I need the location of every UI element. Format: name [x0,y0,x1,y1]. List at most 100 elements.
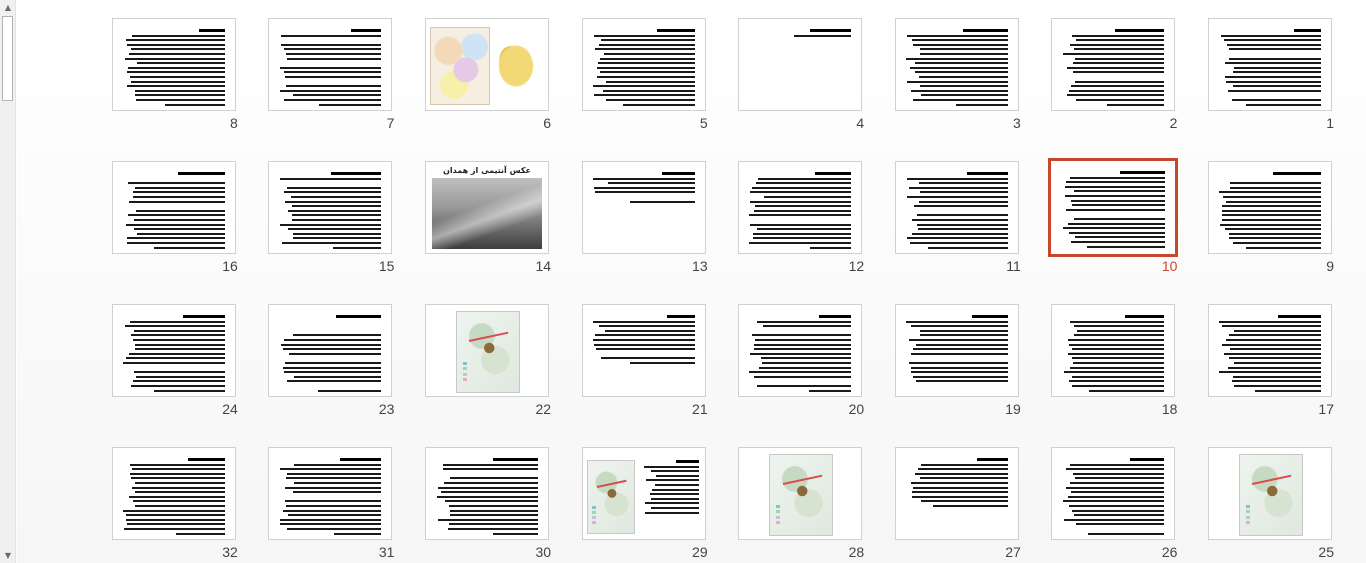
slide-preview[interactable] [1051,18,1176,111]
slide-preview[interactable] [581,18,706,111]
slide-number: 15 [378,258,395,274]
slide-preview[interactable]: عکس آنتیمی از همدان [425,161,550,254]
slide-number: 2 [1169,115,1178,131]
slide-thumbnail-10[interactable]: 10 [1048,158,1179,274]
slide-thumbnail-22[interactable]: 22 [425,304,551,417]
slide-thumbnail-26[interactable]: 26 [1051,447,1177,560]
slide-preview[interactable] [738,161,863,254]
slide-text-block [122,315,225,394]
slide-thumbnail-12[interactable]: 12 [738,161,864,274]
slide-preview[interactable] [1208,18,1332,111]
slide-preview[interactable] [1051,304,1176,397]
map-image [456,311,521,393]
slide-number: 17 [1318,401,1334,417]
slide-thumbnail-9[interactable]: 9 [1208,161,1334,274]
slide-preview[interactable] [111,447,236,540]
slide-thumbnail-24[interactable]: 24 [111,304,238,417]
slide-number: 10 [1161,258,1178,274]
mountain-photo [432,178,543,249]
slide-thumbnail-21[interactable]: 21 [581,304,708,417]
photo-caption: عکس آنتیمی از همدان [443,166,532,175]
slide-thumbnail-16[interactable]: 16 [111,161,238,274]
slide-thumbnail-4[interactable]: 4 [738,18,864,131]
slide-number: 28 [848,544,865,560]
slide-preview[interactable] [111,18,236,111]
slide-thumbnail-13[interactable]: 13 [581,161,708,274]
slide-preview[interactable] [581,304,706,397]
slide-thumbnail-15[interactable]: 15 [268,161,394,274]
scroll-down-icon[interactable]: ▼ [0,548,16,563]
slide-thumbnail-17[interactable]: 17 [1208,304,1334,417]
map-image [586,460,635,534]
slide-preview[interactable] [1208,161,1332,254]
slide-preview[interactable] [425,447,550,540]
slide-number: 4 [856,115,865,131]
slide-preview[interactable] [1208,304,1332,397]
slide-thumbnail-27[interactable]: 27 [894,447,1021,560]
slide-preview[interactable] [425,304,550,397]
slide-preview[interactable] [268,447,393,540]
slide-preview[interactable] [894,304,1019,397]
slide-number: 6 [543,115,552,131]
slide-preview[interactable] [1208,447,1332,540]
slide-number: 12 [848,258,865,274]
slide-thumbnail-1[interactable]: 1 [1208,18,1334,131]
slide-preview[interactable] [581,161,706,254]
slide-thumbnail-2[interactable]: 2 [1051,18,1177,131]
slide-preview[interactable] [894,18,1019,111]
scroll-thumb[interactable] [2,16,13,101]
slide-preview[interactable] [738,18,863,111]
slide-preview[interactable] [268,304,393,397]
slide-number: 24 [222,401,238,417]
slide-preview[interactable] [894,161,1019,254]
slide-text-block [436,458,539,537]
slide-thumbnail-8[interactable]: 8 [111,18,238,131]
slide-thumbnail-6[interactable]: 6 [425,18,551,131]
slide-preview[interactable] [738,447,863,540]
slide-number: 27 [1005,544,1021,560]
slide-preview[interactable] [738,304,863,397]
slide-number: 30 [535,544,552,560]
slide-preview[interactable] [894,447,1019,540]
slide-preview[interactable] [1048,158,1179,257]
slide-text-block [1219,172,1321,251]
province-map-image [430,27,491,105]
slide-thumbnail-3[interactable]: 3 [894,18,1021,131]
slide-number: 8 [230,115,238,131]
slide-grid: 1 2 3 4 5 6 7 8 9 10 11 12 13 عکس آنتیمی از همدان 14 15… [111,18,1334,560]
slide-thumbnail-23[interactable]: 23 [268,304,394,417]
slide-text-block [279,458,382,537]
slide-thumbnail-25[interactable]: 25 [1208,447,1334,560]
slide-thumbnail-32[interactable]: 32 [111,447,238,560]
vertical-scrollbar[interactable]: ▲ ▼ [0,0,16,563]
slide-thumbnail-5[interactable]: 5 [581,18,708,131]
slide-text-block [749,315,852,394]
slide-thumbnail-29[interactable]: 29 [581,447,708,560]
scroll-up-icon[interactable]: ▲ [0,0,16,15]
slide-thumbnail-19[interactable]: 19 [894,304,1021,417]
slide-thumbnail-14[interactable]: عکس آنتیمی از همدان 14 [425,161,551,274]
slide-thumbnail-18[interactable]: 18 [1051,304,1177,417]
slide-text-block [906,29,1008,108]
slide-thumbnail-11[interactable]: 11 [894,161,1021,274]
region-map-image [490,35,543,97]
slide-thumbnail-31[interactable]: 31 [268,447,394,560]
slide-number: 29 [692,544,708,560]
slide-preview[interactable] [1051,447,1176,540]
slide-preview[interactable] [111,304,236,397]
slide-text-block [593,29,695,108]
slide-thumbnail-20[interactable]: 20 [738,304,864,417]
slide-number: 3 [1013,115,1021,131]
slide-thumbnail-28[interactable]: 28 [738,447,864,560]
slide-thumbnail-30[interactable]: 30 [425,447,551,560]
slide-preview[interactable] [268,161,393,254]
slide-text-block [906,172,1008,251]
slide-preview[interactable] [581,447,706,540]
slide-preview[interactable] [111,161,236,254]
slide-number: 31 [378,544,395,560]
slide-text-block [279,315,382,394]
slide-preview[interactable] [425,18,550,111]
slide-preview[interactable] [268,18,393,111]
slide-number: 23 [378,401,395,417]
slide-thumbnail-7[interactable]: 7 [268,18,394,131]
